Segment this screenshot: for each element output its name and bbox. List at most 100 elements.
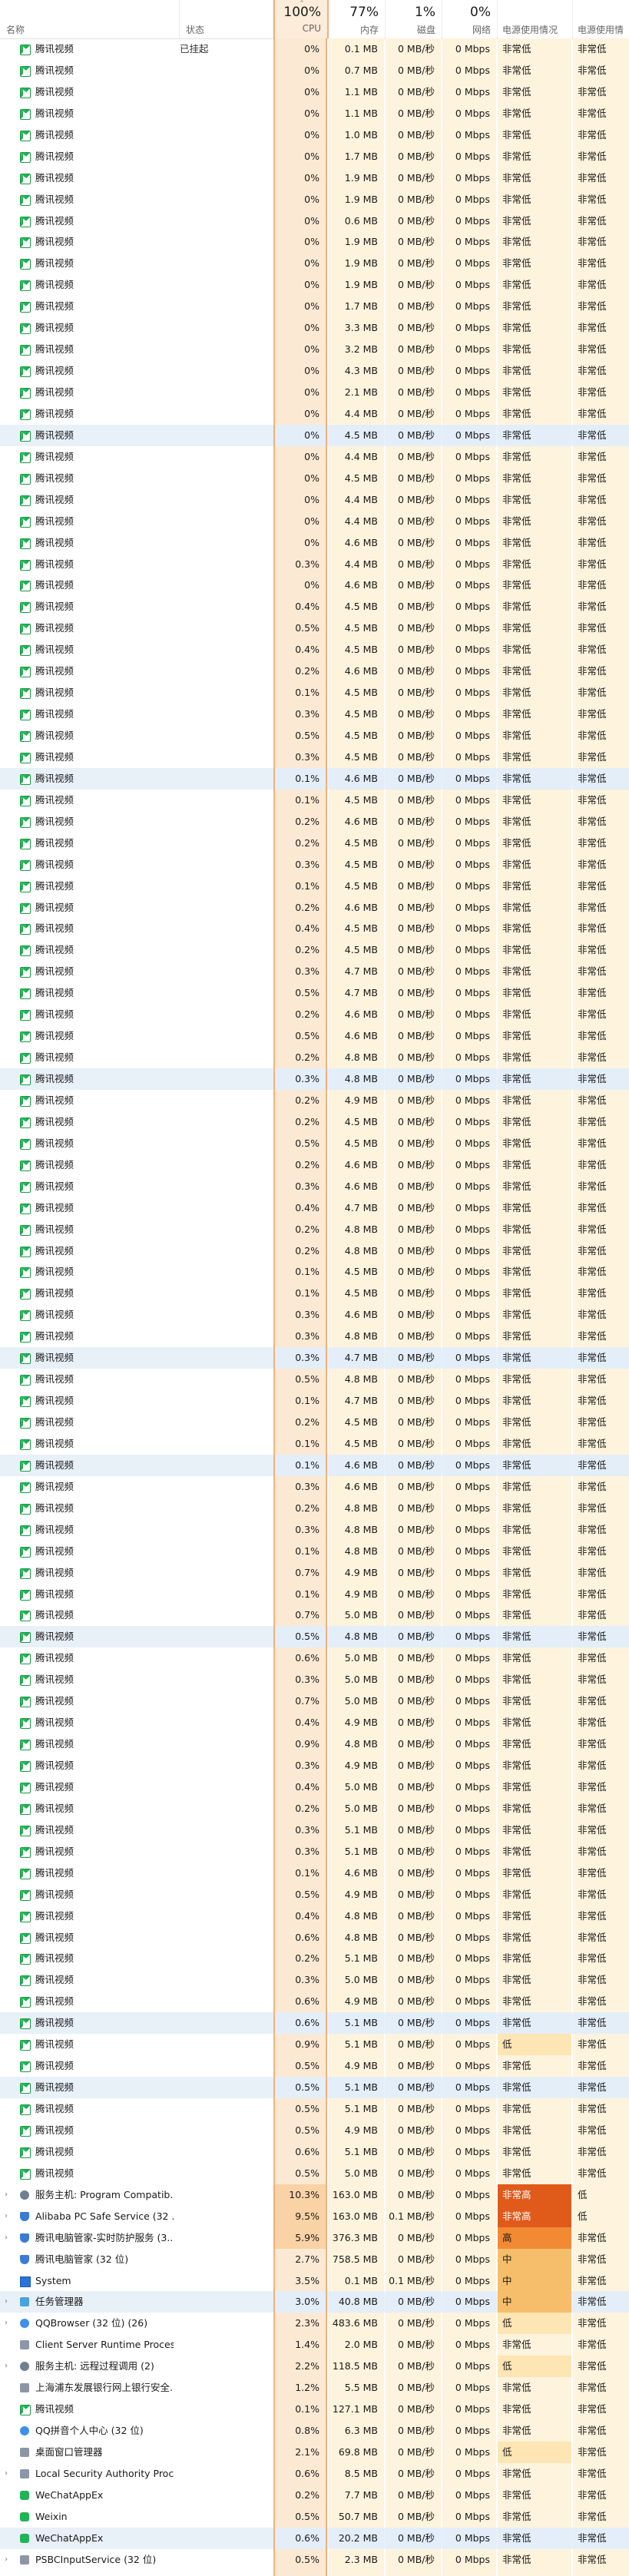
process-row[interactable]: 腾讯视频 0.3% 4.4 MB 0 MB/秒 0 Mbps 非常低 非常低 (0, 553, 629, 575)
process-row[interactable]: › PSBCInputService (32 位) 0.5% 2.3 MB 0 MB/秒… (0, 2548, 629, 2571)
process-row[interactable]: 腾讯视频 0.5% 5.0 MB 0 MB/秒 0 Mbps 非常低 非常低 (0, 2162, 629, 2184)
process-row[interactable]: 腾讯视频 0% 1.0 MB 0 MB/秒 0 Mbps 非常低 非常低 (0, 124, 629, 146)
expand-chevron-icon[interactable]: › (0, 2549, 12, 2571)
process-row[interactable]: 腾讯视频 0.1% 4.6 MB 0 MB/秒 0 Mbps 非常低 非常低 (0, 1454, 629, 1476)
process-row[interactable]: 腾讯视频 0.5% 4.5 MB 0 MB/秒 0 Mbps 非常低 非常低 (0, 618, 629, 640)
process-row[interactable]: 腾讯视频 0.1% 127.1 MB 0 MB/秒 0 Mbps 非常低 非常低 (0, 2399, 629, 2421)
column-power-trend[interactable]: 电源使用情况趋势 (573, 0, 629, 48)
process-row[interactable]: 腾讯视频 0.5% 4.8 MB 0 MB/秒 0 Mbps 非常低 非常低 (0, 1369, 629, 1391)
process-row[interactable]: 腾讯视频 0.3% 4.5 MB 0 MB/秒 0 Mbps 非常低 非常低 (0, 853, 629, 876)
process-row[interactable]: 腾讯视频 0.5% 4.6 MB 0 MB/秒 0 Mbps 非常低 非常低 (0, 1025, 629, 1048)
process-row[interactable]: 腾讯视频 0.2% 4.8 MB 0 MB/秒 0 Mbps 非常低 非常低 (0, 1497, 629, 1519)
process-row[interactable]: 腾讯视频 0.3% 4.5 MB 0 MB/秒 0 Mbps 非常低 非常低 (0, 704, 629, 726)
process-row[interactable]: 腾讯电脑管家 (32 位) 2.7% 758.5 MB 0 MB/秒 0 Mbps 中非常… (0, 2248, 629, 2270)
column-power[interactable]: 电源使用情况 (498, 0, 573, 38)
process-row[interactable]: 腾讯视频 0% 4.6 MB 0 MB/秒 0 Mbps 非常低 非常低 (0, 574, 629, 597)
process-row[interactable]: 腾讯视频 0.1% 4.9 MB 0 MB/秒 0 Mbps 非常低 非常低 (0, 1583, 629, 1605)
process-row[interactable]: 腾讯视频 0% 1.7 MB 0 MB/秒 0 Mbps 非常低 非常低 (0, 296, 629, 318)
process-row[interactable]: 腾讯视频 已挂起 0% 0.1 MB 0 MB/秒 0 Mbps 非常低 非常低 (0, 38, 629, 60)
process-row[interactable]: 腾讯视频 0.5% 4.5 MB 0 MB/秒 0 Mbps 非常低 非常低 (0, 1132, 629, 1154)
process-row[interactable]: 腾讯视频 0.3% 5.1 MB 0 MB/秒 0 Mbps 非常低 非常低 (0, 1819, 629, 1841)
process-row[interactable]: 腾讯视频 0.5% 4.7 MB 0 MB/秒 0 Mbps 非常低 非常低 (0, 982, 629, 1005)
process-row[interactable]: 腾讯视频 0.6% 4.8 MB 0 MB/秒 0 Mbps 非常低 非常低 (0, 1926, 629, 1949)
process-row[interactable]: 腾讯视频 0% 1.7 MB 0 MB/秒 0 Mbps 非常低 非常低 (0, 145, 629, 167)
process-row[interactable]: 腾讯视频 0.3% 5.0 MB 0 MB/秒 0 Mbps 非常低 非常低 (0, 1969, 629, 1992)
process-row[interactable]: 腾讯视频 0.1% 4.5 MB 0 MB/秒 0 Mbps 非常低 非常低 (0, 1432, 629, 1455)
process-row[interactable]: 腾讯视频 0% 4.4 MB 0 MB/秒 0 Mbps 非常低 非常低 (0, 510, 629, 532)
process-row[interactable]: 腾讯视频 0% 1.9 MB 0 MB/秒 0 Mbps 非常低 非常低 (0, 253, 629, 275)
process-row[interactable]: 腾讯视频 0.6% 5.0 MB 0 MB/秒 0 Mbps 非常低 非常低 (0, 1647, 629, 1670)
process-row[interactable]: 桌面窗口管理器 2.1% 69.8 MB 0 MB/秒 0 Mbps 低非常低 (0, 2442, 629, 2463)
process-row[interactable]: 腾讯视频 0% 4.5 MB 0 MB/秒 0 Mbps 非常低 非常低 (0, 424, 629, 446)
expand-chevron-icon[interactable]: › (0, 2227, 12, 2249)
process-row[interactable]: 腾讯视频 0% 1.9 MB 0 MB/秒 0 Mbps 非常低 非常低 (0, 188, 629, 210)
process-row[interactable]: 腾讯视频 0.6% 5.1 MB 0 MB/秒 0 Mbps 非常低 非常低 (0, 2012, 629, 2035)
process-row[interactable]: › 腾讯电脑管家-实时防护服务 (3... 5.9% 376.3 MB 0 MB/秒 0 … (0, 2227, 629, 2249)
process-row[interactable]: 腾讯视频 0.2% 4.6 MB 0 MB/秒 0 Mbps 非常低 非常低 (0, 661, 629, 683)
process-row[interactable]: 腾讯视频 0.4% 4.7 MB 0 MB/秒 0 Mbps 非常低 非常低 (0, 1197, 629, 1219)
process-row[interactable]: 腾讯视频 0.2% 4.8 MB 0 MB/秒 0 Mbps 非常低 非常低 (0, 1240, 629, 1262)
process-row[interactable]: 腾讯视频 0.1% 4.8 MB 0 MB/秒 0 Mbps 非常低 非常低 (0, 1540, 629, 1562)
expand-chevron-icon[interactable]: › (0, 2356, 12, 2377)
expand-chevron-icon[interactable]: › (0, 2291, 12, 2313)
process-row[interactable]: 腾讯视频 0.4% 4.5 MB 0 MB/秒 0 Mbps 非常低 非常低 (0, 596, 629, 618)
process-row[interactable]: 腾讯视频 0.5% 4.5 MB 0 MB/秒 0 Mbps 非常低 非常低 (0, 725, 629, 747)
process-row[interactable]: 腾讯视频 0.1% 4.5 MB 0 MB/秒 0 Mbps 非常低 非常低 (0, 789, 629, 811)
expand-chevron-icon[interactable]: › (0, 2313, 12, 2334)
process-row[interactable]: 腾讯视频 0.3% 4.6 MB 0 MB/秒 0 Mbps 非常低 非常低 (0, 1175, 629, 1197)
process-row[interactable]: 腾讯视频 0.5% 4.9 MB 0 MB/秒 0 Mbps 非常低 非常低 (0, 1883, 629, 1906)
process-row[interactable]: 腾讯视频 0.6% 4.9 MB 0 MB/秒 0 Mbps 非常低 非常低 (0, 1991, 629, 2013)
process-row[interactable]: 腾讯视频 0.2% 4.8 MB 0 MB/秒 0 Mbps 非常低 非常低 (0, 1218, 629, 1240)
process-row[interactable]: 腾讯视频 0% 1.9 MB 0 MB/秒 0 Mbps 非常低 非常低 (0, 231, 629, 253)
process-row[interactable]: 腾讯视频 0.1% 4.5 MB 0 MB/秒 0 Mbps 非常低 非常低 (0, 875, 629, 897)
process-row[interactable]: 腾讯视频 0% 1.1 MB 0 MB/秒 0 Mbps 非常低 非常低 (0, 102, 629, 124)
column-cpu[interactable]: ⌃ 100% CPU (273, 0, 329, 38)
process-row[interactable]: 腾讯视频 0.3% 4.7 MB 0 MB/秒 0 Mbps 非常低 非常低 (0, 1347, 629, 1369)
process-row[interactable]: 腾讯视频 0.2% 4.6 MB 0 MB/秒 0 Mbps 非常低 非常低 (0, 1154, 629, 1176)
process-row[interactable]: WeChatAppEx 0.6% 20.2 MB 0 MB/秒 0 Mbps 非常低 非常低 (0, 2527, 629, 2549)
process-row[interactable]: 腾讯视频 0% 3.2 MB 0 MB/秒 0 Mbps 非常低 非常低 (0, 339, 629, 361)
column-network[interactable]: 0% 网络 (442, 0, 498, 38)
process-row[interactable]: 腾讯视频 0% 0.7 MB 0 MB/秒 0 Mbps 非常低 非常低 (0, 59, 629, 81)
expand-chevron-icon[interactable]: › (0, 2463, 12, 2485)
expand-chevron-icon[interactable]: › (0, 2206, 12, 2227)
process-row[interactable]: › 服务主机: Program Compatib... 10.3% 163.0 MB 0… (0, 2184, 629, 2206)
process-row[interactable]: › QQBrowser (32 位) (26) 2.3% 483.6 MB 0 MB/秒… (0, 2313, 629, 2335)
expand-chevron-icon[interactable]: › (0, 2184, 12, 2206)
process-row[interactable]: 腾讯视频 0.4% 4.9 MB 0 MB/秒 0 Mbps 非常低 非常低 (0, 1712, 629, 1734)
column-status[interactable]: 状态 (180, 0, 273, 38)
process-row[interactable]: 腾讯视频 0% 3.3 MB 0 MB/秒 0 Mbps 非常低 非常低 (0, 317, 629, 339)
process-row[interactable]: 腾讯视频 0.2% 4.5 MB 0 MB/秒 0 Mbps 非常低 非常低 (0, 832, 629, 854)
process-row[interactable]: 腾讯视频 0% 4.6 MB 0 MB/秒 0 Mbps 非常低 非常低 (0, 531, 629, 554)
process-row[interactable]: WeChatAppEx 0.2% 7.7 MB 0 MB/秒 0 Mbps 非常低 非常低 (0, 2484, 629, 2506)
process-row[interactable]: › 任务管理器 3.0% 40.8 MB 0 MB/秒 0 Mbps 中非常低 (0, 2291, 629, 2313)
process-row[interactable]: 腾讯视频 0.3% 4.8 MB 0 MB/秒 0 Mbps 非常低 非常低 (0, 1518, 629, 1541)
column-disk[interactable]: 1% 磁盘 (386, 0, 442, 38)
column-memory[interactable]: 77% 内存 (329, 0, 386, 38)
process-row[interactable]: 腾讯视频 0.5% 5.1 MB 0 MB/秒 0 Mbps 非常低 非常低 (0, 2098, 629, 2120)
process-row[interactable]: 腾讯视频 0.7% 5.0 MB 0 MB/秒 0 Mbps 非常低 非常低 (0, 1604, 629, 1627)
process-row[interactable]: 腾讯视频 0.3% 4.8 MB 0 MB/秒 0 Mbps 非常低 非常低 (0, 1068, 629, 1090)
process-row[interactable]: 腾讯视频 0% 2.1 MB 0 MB/秒 0 Mbps 非常低 非常低 (0, 382, 629, 403)
column-name[interactable]: 名称 (0, 0, 180, 38)
process-row[interactable]: Client Server Runtime Process 1.4% 2.0 MB 0… (0, 2334, 629, 2356)
process-row[interactable]: 腾讯视频 0.6% 5.1 MB 0 MB/秒 0 Mbps 非常低 非常低 (0, 2141, 629, 2163)
process-row[interactable]: 腾讯视频 0.3% 4.6 MB 0 MB/秒 0 Mbps 非常低 非常低 (0, 1475, 629, 1498)
process-row[interactable]: 腾讯视频 0.5% 4.9 MB 0 MB/秒 0 Mbps 非常低 非常低 (0, 2119, 629, 2141)
process-row[interactable]: 腾讯视频 0.1% 4.6 MB 0 MB/秒 0 Mbps 非常低 非常低 (0, 767, 629, 790)
process-row[interactable]: 腾讯视频 0% 4.4 MB 0 MB/秒 0 Mbps 非常低 非常低 (0, 445, 629, 468)
process-row[interactable]: 腾讯视频 0.3% 4.6 MB 0 MB/秒 0 Mbps 非常低 非常低 (0, 1304, 629, 1326)
process-row[interactable]: 腾讯视频 0.1% 4.5 MB 0 MB/秒 0 Mbps 非常低 非常低 (0, 682, 629, 704)
process-row[interactable]: 腾讯视频 0% 1.1 MB 0 MB/秒 0 Mbps 非常低 非常低 (0, 81, 629, 103)
process-row[interactable]: 腾讯视频 0.3% 5.1 MB 0 MB/秒 0 Mbps 非常低 非常低 (0, 1840, 629, 1862)
process-row[interactable]: 腾讯视频 0.1% 4.5 MB 0 MB/秒 0 Mbps 非常低 非常低 (0, 1283, 629, 1305)
process-row[interactable]: 腾讯视频 0.3% 4.9 MB 0 MB/秒 0 Mbps 非常低 非常低 (0, 1755, 629, 1776)
process-row[interactable]: 腾讯视频 0.5% 4.8 MB 0 MB/秒 0 Mbps 非常低 非常低 (0, 1626, 629, 1648)
process-row[interactable]: 腾讯视频 0% 4.3 MB 0 MB/秒 0 Mbps 非常低 非常低 (0, 360, 629, 382)
process-row[interactable]: 腾讯视频 0% 1.9 MB 0 MB/秒 0 Mbps 非常低 非常低 (0, 167, 629, 189)
process-row[interactable]: 腾讯视频 0.9% 4.8 MB 0 MB/秒 0 Mbps 非常低 非常低 (0, 1733, 629, 1756)
process-row[interactable]: 腾讯视频 0% 0.6 MB 0 MB/秒 0 Mbps 非常低 非常低 (0, 210, 629, 232)
process-row[interactable]: 腾讯视频 0.2% 4.8 MB 0 MB/秒 0 Mbps 非常低 非常低 (0, 1047, 629, 1069)
process-row[interactable]: 腾讯视频 0.4% 4.5 MB 0 MB/秒 0 Mbps 非常低 非常低 (0, 918, 629, 940)
process-row[interactable]: 腾讯视频 0.2% 4.6 MB 0 MB/秒 0 Mbps 非常低 非常低 (0, 810, 629, 833)
